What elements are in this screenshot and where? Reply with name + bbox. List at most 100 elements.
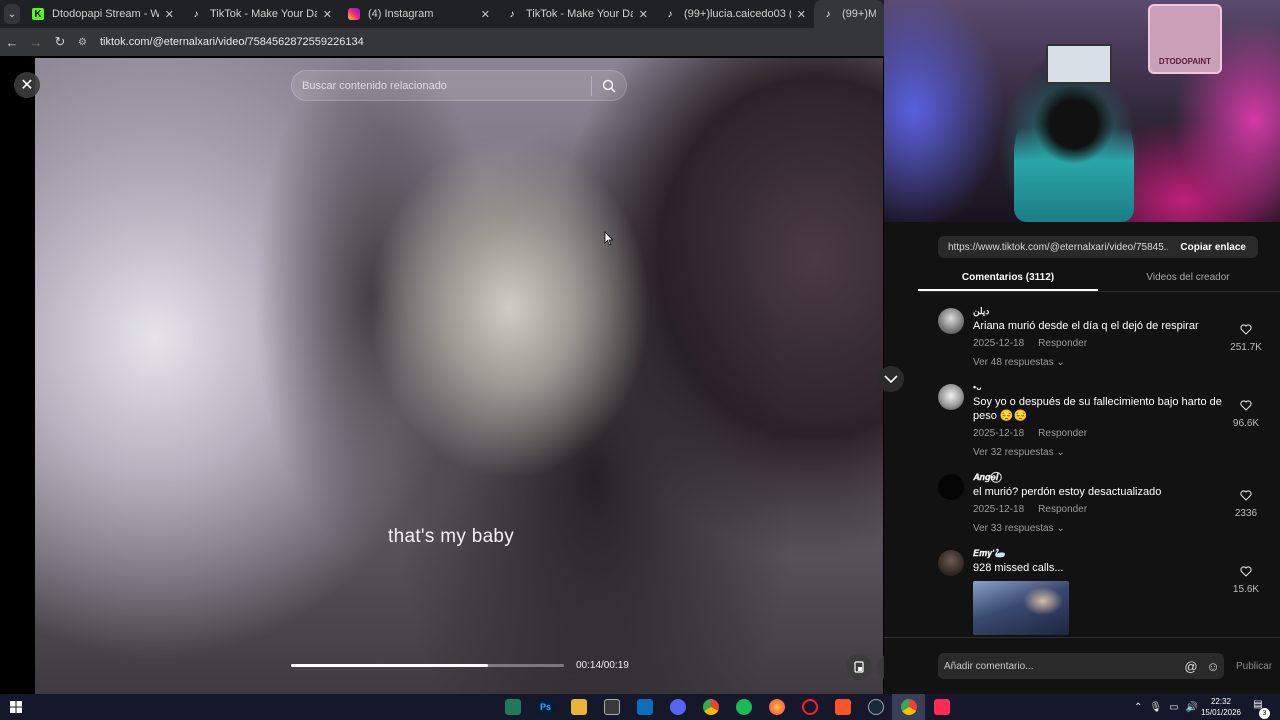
video-progress-bar[interactable] bbox=[291, 664, 564, 667]
comment-image[interactable] bbox=[973, 581, 1069, 635]
like-count: 15.6K bbox=[1232, 584, 1260, 595]
taskbar-app-opera[interactable] bbox=[793, 694, 826, 720]
taskbar-app-photoshop[interactable]: Ps bbox=[529, 694, 562, 720]
reply-button[interactable]: Responder bbox=[1038, 428, 1087, 439]
taskbar-app-calculator[interactable] bbox=[595, 694, 628, 720]
microphone-icon[interactable]: 🎙 bbox=[1149, 702, 1162, 713]
avatar[interactable] bbox=[938, 550, 964, 576]
start-button[interactable] bbox=[0, 701, 32, 713]
chevron-down-icon bbox=[884, 375, 898, 384]
mention-icon[interactable]: @ bbox=[1180, 659, 1202, 674]
tab-title: (99+)lucia.caicedo03 (@Lc1131 bbox=[684, 8, 791, 20]
url-field[interactable]: ⚙ tiktok.com/@eternalxari/video/75845628… bbox=[78, 31, 884, 53]
comment-like[interactable]: 251.7K bbox=[1224, 322, 1268, 353]
comment-input[interactable] bbox=[938, 653, 1180, 679]
next-video-button[interactable] bbox=[878, 366, 904, 392]
browser-tab-instagram[interactable]: (4) Instagram ✕ bbox=[340, 0, 498, 28]
site-settings-icon[interactable]: ⚙ bbox=[78, 37, 92, 48]
browser-tab-tiktok-active[interactable]: ♪ (99+)Maria bbox=[814, 0, 884, 28]
tiktok-icon: ♪ bbox=[193, 8, 199, 20]
browser-tab-tiktok-1[interactable]: ♪ TikTok - Make Your Day ✕ bbox=[182, 0, 340, 28]
close-video-button[interactable]: ✕ bbox=[14, 72, 40, 98]
comment-text: Soy yo o después de su fallecimiento baj… bbox=[973, 396, 1222, 422]
taskbar-app-spotify[interactable] bbox=[727, 694, 760, 720]
comment-like[interactable]: 2336 bbox=[1224, 488, 1268, 519]
taskbar-app-chrome-active[interactable] bbox=[892, 694, 925, 720]
comment-text: el murió? perdón estoy desactualizado bbox=[973, 486, 1162, 498]
reply-button[interactable]: Responder bbox=[1038, 504, 1087, 515]
taskbar-app-firefox[interactable] bbox=[760, 694, 793, 720]
share-url[interactable]: https://www.tiktok.com/@eternalxari/vide… bbox=[938, 242, 1168, 253]
avatar[interactable] bbox=[938, 308, 964, 334]
address-bar: ← → ↻ ⚙ tiktok.com/@eternalxari/video/75… bbox=[0, 28, 884, 56]
view-replies-link[interactable]: Ver 33 respuestas ⌄ bbox=[973, 523, 1231, 534]
url-text: tiktok.com/@eternalxari/video/7584562872… bbox=[100, 36, 364, 48]
video-frame[interactable] bbox=[35, 58, 883, 694]
tab-close-icon[interactable]: ✕ bbox=[323, 8, 332, 21]
steam-icon bbox=[867, 699, 884, 715]
taskbar-app-steam[interactable] bbox=[859, 694, 892, 720]
brave-icon bbox=[834, 699, 851, 715]
taskbar-app-discord[interactable] bbox=[661, 694, 694, 720]
search-icon bbox=[602, 79, 616, 92]
mini-player-button[interactable] bbox=[846, 654, 872, 680]
comment-username[interactable]: •ᴗ bbox=[973, 382, 1231, 394]
comment-input-wrap: @ ☺ bbox=[938, 653, 1224, 679]
browser-tab-kick[interactable]: K Dtodopapi Stream - Watch Live ✕ bbox=[24, 0, 182, 28]
edge-icon bbox=[504, 699, 521, 715]
volume-icon[interactable]: 🔊 bbox=[1186, 702, 1198, 713]
taskbar-app-tiktok[interactable] bbox=[925, 694, 958, 720]
taskbar-app-brave[interactable] bbox=[826, 694, 859, 720]
like-count: 96.6K bbox=[1232, 418, 1260, 429]
tab-title: Dtodopapi Stream - Watch Live bbox=[52, 8, 159, 20]
browser-tab-tiktok-3[interactable]: ♪ (99+)lucia.caicedo03 (@Lc1131 ✕ bbox=[656, 0, 814, 28]
chevron-up-icon[interactable]: ⌃ bbox=[1134, 702, 1142, 713]
share-link-row: https://www.tiktok.com/@eternalxari/vide… bbox=[938, 236, 1258, 258]
notification-button[interactable]: ▤ 3 bbox=[1250, 699, 1270, 719]
video-progress-fill bbox=[291, 664, 488, 667]
tab-close-icon[interactable]: ✕ bbox=[481, 8, 490, 21]
folder-icon bbox=[570, 699, 587, 715]
chrome-icon bbox=[900, 699, 917, 715]
taskbar-app-explorer[interactable] bbox=[562, 694, 595, 720]
tab-creator-videos[interactable]: Videos del creador bbox=[1098, 266, 1278, 291]
taskbar-app-edge[interactable] bbox=[496, 694, 529, 720]
tab-title: (4) Instagram bbox=[368, 8, 434, 20]
search-button[interactable] bbox=[592, 79, 626, 93]
publish-button[interactable]: Publicar bbox=[1236, 661, 1272, 672]
clock-time: 22:32 bbox=[1210, 697, 1232, 706]
view-replies-link[interactable]: Ver 32 respuestas ⌄ bbox=[973, 447, 1231, 458]
avatar[interactable] bbox=[938, 384, 964, 410]
windows-icon bbox=[10, 701, 22, 713]
tab-search-icon[interactable]: ⌄ bbox=[4, 4, 20, 24]
comment-username[interactable]: 𝑨𝒏𝒈𝒆𝒍⃝ bbox=[973, 472, 1231, 484]
copy-link-button[interactable]: Copiar enlace bbox=[1168, 242, 1258, 253]
related-search-input[interactable] bbox=[292, 71, 591, 100]
tab-close-icon[interactable]: ✕ bbox=[797, 8, 806, 21]
kick-icon: K bbox=[32, 8, 44, 20]
reload-icon[interactable]: ↻ bbox=[48, 34, 72, 50]
comment-username[interactable]: 𝑬𝒎𝒚'🦢 bbox=[973, 548, 1231, 560]
heart-icon bbox=[1240, 400, 1252, 411]
comment-username[interactable]: ديلن bbox=[973, 306, 1231, 318]
tab-close-icon[interactable]: ✕ bbox=[639, 8, 648, 21]
taskbar-app-mail[interactable] bbox=[628, 694, 661, 720]
taskbar-app-chrome[interactable] bbox=[694, 694, 727, 720]
tab-comments[interactable]: Comentarios (3112) bbox=[918, 266, 1098, 291]
avatar[interactable] bbox=[938, 474, 964, 500]
comment-like[interactable]: 15.6K bbox=[1224, 564, 1268, 595]
forward-arrow-icon[interactable]: → bbox=[24, 35, 48, 50]
comment-text: Ariana murió desde el día q el dejó de r… bbox=[973, 320, 1199, 332]
browser-tab-tiktok-2[interactable]: ♪ TikTok - Make Your Day ✕ bbox=[498, 0, 656, 28]
taskbar-clock[interactable]: 22:32 15/01/2026 bbox=[1198, 696, 1244, 718]
reply-button[interactable]: Responder bbox=[1038, 338, 1087, 349]
tab-close-icon[interactable]: ✕ bbox=[165, 8, 174, 21]
panel-tabs: Comentarios (3112) Videos del creador bbox=[918, 266, 1280, 292]
back-arrow-icon[interactable]: ← bbox=[0, 35, 24, 50]
emoji-icon[interactable]: ☺ bbox=[1202, 659, 1224, 674]
chevron-down-icon: ⌄ bbox=[1056, 357, 1065, 368]
view-replies-link[interactable]: Ver 48 respuestas ⌄ bbox=[973, 357, 1231, 368]
mouse-cursor-icon bbox=[603, 230, 615, 252]
comment-like[interactable]: 96.6K bbox=[1224, 398, 1268, 429]
display-icon[interactable]: ▭ bbox=[1169, 702, 1178, 713]
